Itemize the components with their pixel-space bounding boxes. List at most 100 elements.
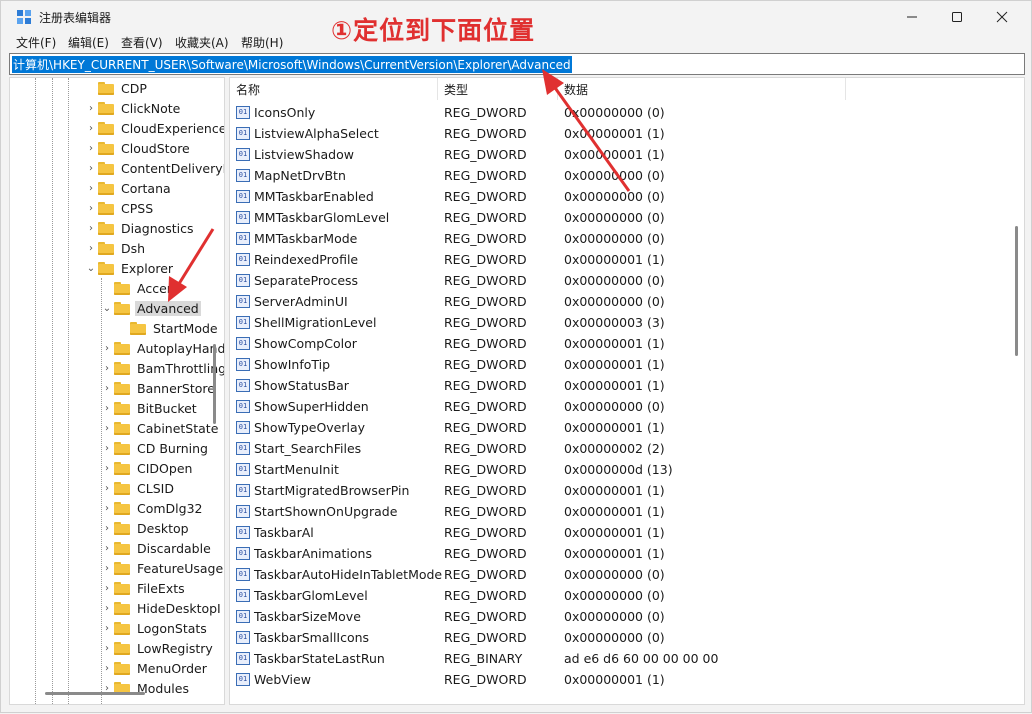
chevron-right-icon[interactable]: › [100,423,114,434]
chevron-right-icon[interactable]: › [100,443,114,454]
tree-item[interactable]: ⌄ Advanced [100,298,201,318]
tree-item[interactable]: › BitBucket [100,398,199,418]
tree-item[interactable]: CDP [84,78,149,98]
tree-item[interactable]: › ContentDeliveryI [84,158,224,178]
chevron-right-icon[interactable]: › [100,543,114,554]
tree-item[interactable]: › FileExts [100,578,187,598]
tree-item[interactable]: StartMode [116,318,220,338]
chevron-right-icon[interactable]: › [100,603,114,614]
tree-item[interactable]: › Modules [100,678,191,698]
chevron-right-icon[interactable]: › [100,403,114,414]
chevron-right-icon[interactable]: › [84,103,98,114]
chevron-right-icon[interactable]: › [100,483,114,494]
chevron-right-icon[interactable]: › [100,463,114,474]
tree-item[interactable]: › Cortana [84,178,173,198]
column-header-type[interactable]: 类型 [438,78,558,100]
tree-item[interactable]: › BannerStore [100,378,217,398]
tree-item[interactable]: › Dsh [84,238,147,258]
tree-item[interactable]: › CloudExperience [84,118,224,138]
chevron-down-icon[interactable]: ⌄ [84,263,98,274]
tree-item[interactable]: › BamThrottling [100,358,224,378]
tree-item[interactable]: › LowRegistry [100,638,215,658]
value-row[interactable]: 01 TaskbarAl REG_DWORD 0x00000001 (1) [230,522,1020,543]
value-row[interactable]: 01 WebView REG_DWORD 0x00000001 (1) [230,669,1020,690]
tree-item[interactable]: Accent [100,278,182,298]
value-row[interactable]: 01 ShowStatusBar REG_DWORD 0x00000001 (1) [230,375,1020,396]
value-row[interactable]: 01 MMTaskbarGlomLevel REG_DWORD 0x00000000 … [230,207,1020,228]
value-row[interactable]: 01 StartShownOnUpgrade REG_DWORD 0x00000001… [230,501,1020,522]
value-row[interactable]: 01 ReindexedProfile REG_DWORD 0x00000001 (1… [230,249,1020,270]
maximize-button[interactable] [934,1,980,33]
menu-help[interactable]: 帮助(H) [241,34,283,51]
tree-item[interactable]: › CIDOpen [100,458,194,478]
tree-item[interactable]: › FeatureUsage [100,558,224,578]
value-row[interactable]: 01 SeparateProcess REG_DWORD 0x00000000 (0) [230,270,1020,291]
tree-item[interactable]: › HideDesktopI [100,598,223,618]
chevron-right-icon[interactable]: › [100,643,114,654]
tree-horizontal-scrollbar[interactable] [45,692,145,695]
chevron-right-icon[interactable]: › [84,123,98,134]
chevron-right-icon[interactable]: › [100,523,114,534]
value-row[interactable]: 01 ServerAdminUI REG_DWORD 0x00000000 (0) [230,291,1020,312]
chevron-right-icon[interactable]: › [84,183,98,194]
value-row[interactable]: 01 TaskbarSizeMove REG_DWORD 0x00000000 (0) [230,606,1020,627]
chevron-right-icon[interactable]: › [84,243,98,254]
value-row[interactable]: 01 ShowSuperHidden REG_DWORD 0x00000000 (0) [230,396,1020,417]
value-row[interactable]: 01 TaskbarGlomLevel REG_DWORD 0x00000000 (0… [230,585,1020,606]
value-row[interactable]: 01 ShowTypeOverlay REG_DWORD 0x00000001 (1) [230,417,1020,438]
menu-edit[interactable]: 编辑(E) [68,34,109,51]
chevron-right-icon[interactable]: › [100,343,114,354]
chevron-right-icon[interactable]: › [100,383,114,394]
value-row[interactable]: 01 Start_SearchFiles REG_DWORD 0x00000002 (… [230,438,1020,459]
value-row[interactable]: 01 TaskbarStateLastRun REG_BINARY ad e6 d6 … [230,648,1020,669]
close-button[interactable] [979,1,1025,33]
tree-item[interactable]: › CPSS [84,198,155,218]
chevron-right-icon[interactable]: › [100,503,114,514]
minimize-button[interactable] [889,1,935,33]
tree-item[interactable]: › Desktop [100,518,191,538]
tree-item[interactable]: › CLSID [100,478,176,498]
chevron-right-icon[interactable]: › [84,163,98,174]
chevron-right-icon[interactable]: › [84,223,98,234]
tree-item[interactable]: › CD Burning [100,438,210,458]
tree-item[interactable]: › ComDlg32 [100,498,205,518]
chevron-right-icon[interactable]: › [84,143,98,154]
value-row[interactable]: 01 StartMigratedBrowserPin REG_DWORD 0x0000… [230,480,1020,501]
address-bar[interactable]: 计算机\HKEY_CURRENT_USER\Software\Microsoft… [9,53,1025,75]
tree-item[interactable]: › ClickNote [84,98,182,118]
value-row[interactable]: 01 TaskbarAnimations REG_DWORD 0x00000001 (… [230,543,1020,564]
chevron-down-icon[interactable]: ⌄ [100,303,114,314]
value-list-pane[interactable]: 名称 类型 数据 01 IconsOnly REG_DWORD 0x00000000 … [229,77,1025,705]
value-row[interactable]: 01 TaskbarSmallIcons REG_DWORD 0x00000000 (… [230,627,1020,648]
column-header-name[interactable]: 名称 [230,78,438,100]
value-row[interactable]: 01 ListviewShadow REG_DWORD 0x00000001 (1) [230,144,1020,165]
value-row[interactable]: 01 ShowCompColor REG_DWORD 0x00000001 (1) [230,333,1020,354]
tree-item[interactable]: › Diagnostics [84,218,196,238]
value-row[interactable]: 01 TaskbarAutoHideInTabletMode REG_DWORD 0x… [230,564,1020,585]
tree-item[interactable]: › Discardable [100,538,213,558]
menu-favorites[interactable]: 收藏夹(A) [175,34,229,51]
value-row[interactable]: 01 MMTaskbarMode REG_DWORD 0x00000000 (0) [230,228,1020,249]
list-vertical-scrollbar[interactable] [1015,226,1018,356]
tree-item[interactable]: › CloudStore [84,138,192,158]
menu-file[interactable]: 文件(F) [16,34,56,51]
chevron-right-icon[interactable]: › [100,363,114,374]
value-row[interactable]: 01 IconsOnly REG_DWORD 0x00000000 (0) [230,102,1020,123]
column-header-data[interactable]: 数据 [558,78,846,100]
value-row[interactable]: 01 StartMenuInit REG_DWORD 0x0000000d (13) [230,459,1020,480]
value-row[interactable]: 01 ShowInfoTip REG_DWORD 0x00000001 (1) [230,354,1020,375]
chevron-right-icon[interactable]: › [100,583,114,594]
chevron-right-icon[interactable]: › [84,203,98,214]
tree-item[interactable]: › AutoplayHand [100,338,224,358]
value-row[interactable]: 01 ListviewAlphaSelect REG_DWORD 0x00000001… [230,123,1020,144]
tree-item[interactable]: › CabinetState [100,418,220,438]
tree-vertical-scrollbar[interactable] [213,344,216,424]
chevron-right-icon[interactable]: › [100,623,114,634]
tree-item[interactable]: › MenuOrder [100,658,209,678]
tree-item[interactable]: ⌄ Explorer [84,258,175,278]
key-tree-pane[interactable]: CDP › ClickNote › CloudExperience › CloudStore… [9,77,225,705]
tree-item[interactable]: › LogonStats [100,618,209,638]
value-row[interactable]: 01 ShellMigrationLevel REG_DWORD 0x00000003… [230,312,1020,333]
value-row[interactable]: 01 MapNetDrvBtn REG_DWORD 0x00000000 (0) [230,165,1020,186]
menu-view[interactable]: 查看(V) [121,34,163,51]
